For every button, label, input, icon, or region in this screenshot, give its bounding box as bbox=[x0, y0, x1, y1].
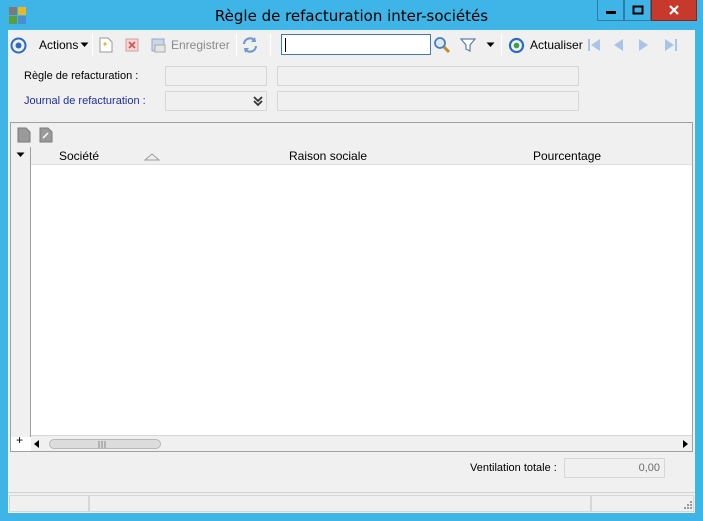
status-cell bbox=[89, 495, 591, 512]
refresh-icon bbox=[508, 37, 525, 53]
target-button[interactable] bbox=[10, 35, 27, 55]
save-button[interactable]: Enregistrer bbox=[151, 35, 230, 55]
status-cell bbox=[9, 495, 89, 512]
title-bar[interactable]: Règle de refacturation inter-sociétés bbox=[0, 0, 703, 30]
column-header-societe[interactable]: Société bbox=[59, 149, 99, 163]
text-cursor bbox=[285, 38, 286, 52]
refresh-button[interactable]: Actualiser bbox=[508, 35, 583, 55]
previous-record-button[interactable] bbox=[611, 35, 625, 55]
search-icon bbox=[434, 37, 451, 54]
application-window: Règle de refacturation inter-sociétés Ac… bbox=[0, 0, 703, 521]
next-record-icon bbox=[639, 39, 648, 51]
resize-grip-icon[interactable] bbox=[682, 499, 692, 509]
open-row-icon[interactable] bbox=[39, 127, 53, 143]
save-icon bbox=[151, 38, 166, 53]
main-toolbar: Actions Enregistrer Actualiser bbox=[8, 30, 695, 60]
total-value: 0,00 bbox=[638, 462, 660, 474]
rule-code-field[interactable] bbox=[165, 66, 267, 86]
totals-area: Ventilation totale : 0,00 bbox=[8, 452, 695, 492]
minimize-icon bbox=[605, 11, 616, 14]
new-row-icon[interactable] bbox=[17, 127, 31, 143]
new-document-icon bbox=[99, 37, 113, 53]
minimize-button[interactable] bbox=[597, 0, 624, 21]
sort-indicator-icon bbox=[144, 153, 160, 161]
refresh-label: Actualiser bbox=[530, 38, 583, 52]
scroll-right-icon[interactable] bbox=[681, 439, 689, 449]
dropdown-arrow-icon bbox=[80, 42, 89, 47]
toolbar-separator bbox=[270, 34, 271, 56]
grid-panel: Société Raison sociale Pourcentage + bbox=[10, 122, 693, 452]
save-label: Enregistrer bbox=[171, 38, 230, 52]
column-header-raison-sociale[interactable]: Raison sociale bbox=[289, 149, 367, 163]
journal-description-field[interactable] bbox=[277, 91, 579, 111]
actions-menu-button[interactable]: Actions bbox=[39, 35, 89, 55]
last-record-button[interactable] bbox=[663, 35, 679, 55]
total-value-field: 0,00 bbox=[564, 458, 665, 478]
sync-icon bbox=[242, 37, 258, 53]
last-record-icon bbox=[665, 39, 677, 51]
rule-description-field[interactable] bbox=[277, 66, 579, 86]
status-cell bbox=[591, 495, 694, 512]
toolbar-separator bbox=[501, 34, 502, 56]
filter-button[interactable] bbox=[460, 35, 476, 55]
actions-label: Actions bbox=[39, 38, 79, 52]
rule-label: Règle de refacturation : bbox=[24, 70, 139, 82]
maximize-button[interactable] bbox=[624, 0, 651, 21]
maximize-icon bbox=[632, 5, 643, 15]
first-record-button[interactable] bbox=[586, 35, 602, 55]
filter-dropdown-button[interactable] bbox=[486, 35, 495, 55]
add-row-button[interactable]: + bbox=[16, 433, 23, 447]
column-header-pourcentage[interactable]: Pourcentage bbox=[533, 149, 601, 163]
scrollbar-thumb[interactable] bbox=[49, 439, 161, 449]
grid-header: Société Raison sociale Pourcentage bbox=[11, 147, 692, 165]
dropdown-arrow-icon bbox=[486, 42, 495, 47]
status-bar bbox=[8, 492, 695, 513]
toolbar-separator bbox=[92, 34, 93, 56]
filter-icon bbox=[460, 38, 476, 52]
journal-label[interactable]: Journal de refacturation : bbox=[24, 95, 146, 107]
client-area: Actions Enregistrer Actualiser Règle de … bbox=[8, 30, 695, 513]
first-record-icon bbox=[588, 39, 600, 51]
delete-button[interactable] bbox=[125, 35, 139, 55]
delete-icon bbox=[125, 38, 139, 52]
total-label: Ventilation totale : bbox=[470, 462, 557, 474]
next-record-button[interactable] bbox=[637, 35, 651, 55]
toolbar-separator bbox=[236, 34, 237, 56]
new-button[interactable] bbox=[99, 35, 113, 55]
search-button[interactable] bbox=[433, 35, 451, 55]
target-icon bbox=[10, 37, 27, 53]
horizontal-scrollbar[interactable] bbox=[31, 435, 692, 451]
sync-button[interactable] bbox=[241, 35, 259, 55]
double-chevron-down-icon[interactable] bbox=[252, 95, 264, 107]
grip-icon bbox=[98, 441, 106, 448]
search-input[interactable] bbox=[281, 34, 431, 55]
journal-code-field[interactable] bbox=[165, 91, 267, 111]
scroll-left-icon[interactable] bbox=[33, 439, 41, 449]
row-selector-arrow-icon[interactable] bbox=[16, 152, 25, 158]
close-button[interactable] bbox=[651, 0, 697, 21]
grid-toolbar bbox=[11, 123, 692, 147]
previous-record-icon bbox=[614, 39, 623, 51]
row-indicator-column: + bbox=[11, 147, 31, 447]
close-icon bbox=[669, 5, 679, 15]
